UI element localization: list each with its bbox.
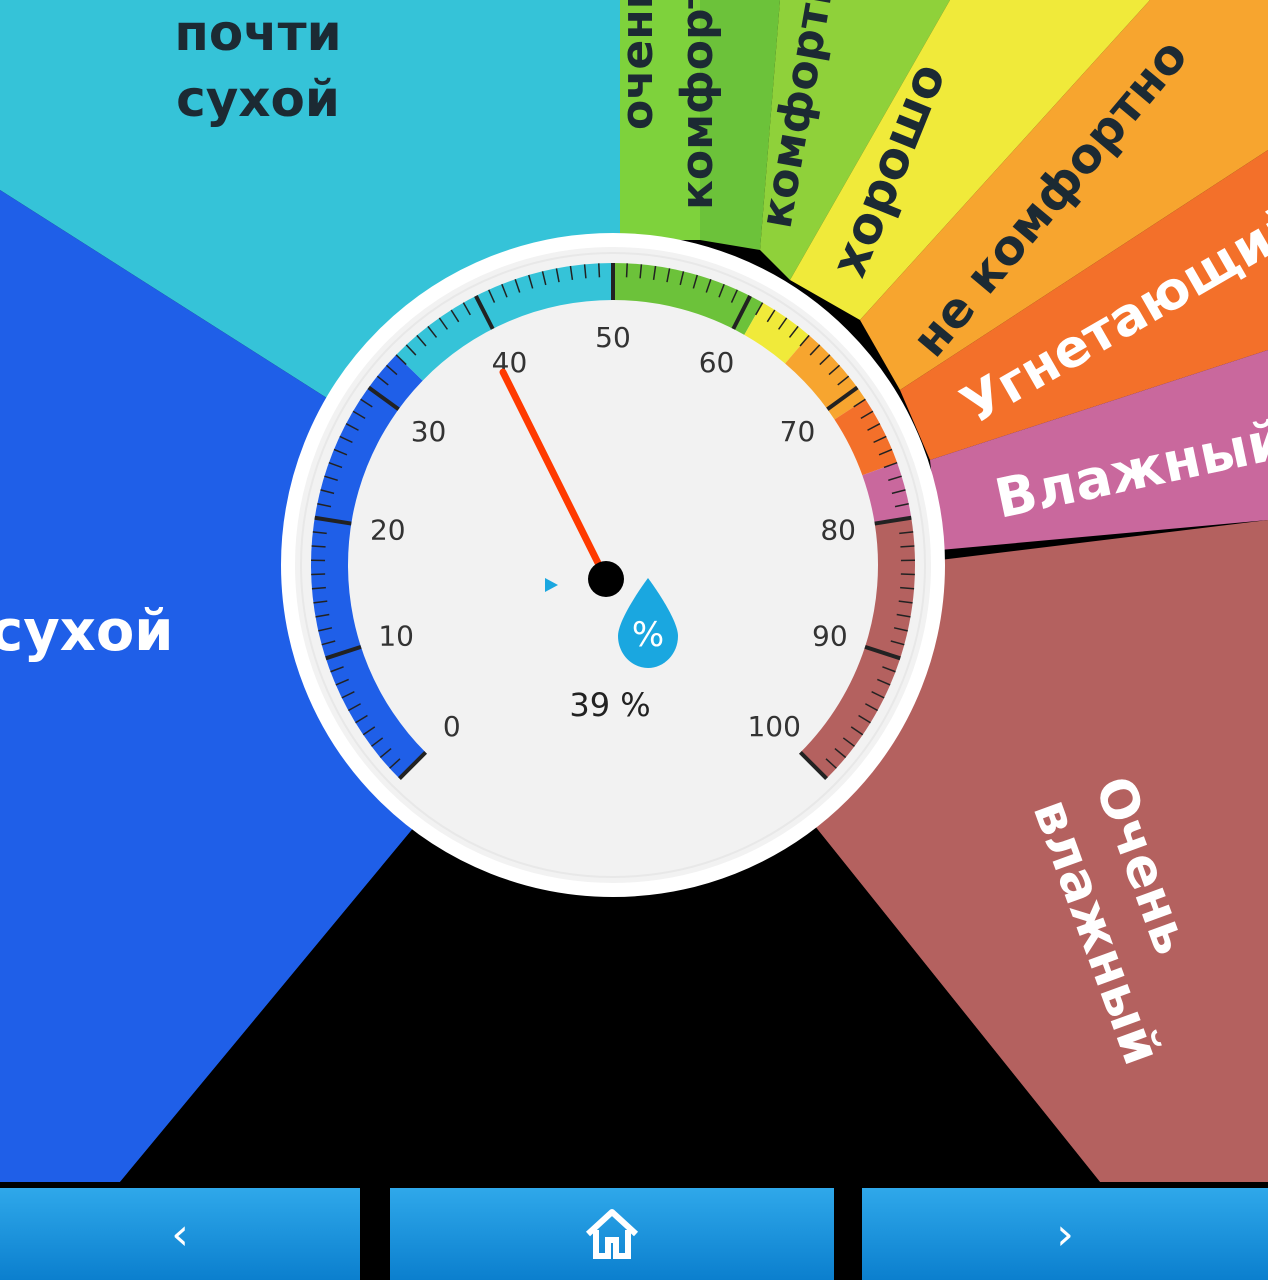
gauge-tick-label: 30 — [411, 415, 447, 448]
home-button[interactable] — [390, 1188, 834, 1280]
chevron-left-icon: ‹ — [171, 1208, 189, 1260]
gauge-tick-label: 0 — [443, 710, 461, 743]
gauge-minor-tick — [625, 263, 628, 278]
humidity-screen: почти сухой сухой очень комфортно комфорт… — [0, 0, 1268, 1182]
gauge-minor-tick — [598, 263, 601, 278]
gauge-value: 39 % — [569, 686, 650, 724]
bottom-nav: ‹ › — [0, 1182, 1268, 1280]
gauge-minor-tick — [900, 545, 915, 548]
gauge-tick-label: 100 — [747, 710, 800, 743]
gauge-tick-label: 80 — [820, 513, 856, 546]
zone-label-comfort-a: комфортно — [672, 0, 723, 210]
gauge-tick-label: 70 — [780, 415, 816, 448]
humidity-gauge: 0 10 20 30 40 50 60 70 80 90 100 % 39 % — [281, 233, 945, 897]
prev-button[interactable]: ‹ — [0, 1188, 360, 1280]
gauge-tick-label: 90 — [812, 619, 848, 652]
zone-label-very: очень — [612, 0, 663, 130]
gauge-minor-tick — [311, 545, 326, 548]
home-icon — [585, 1209, 639, 1259]
gauge-tick-label: 10 — [378, 619, 414, 652]
gauge-tick-label: 50 — [595, 321, 631, 354]
needle-hub — [588, 561, 624, 597]
zone-label-dry: сухой — [0, 599, 174, 664]
gauge-tick-label: 20 — [370, 513, 406, 546]
chevron-right-icon: › — [1056, 1208, 1074, 1260]
svg-text:%: % — [632, 615, 664, 655]
gauge-tick-label: 60 — [699, 346, 735, 379]
gauge-tick-label: 40 — [492, 346, 528, 379]
next-button[interactable]: › — [862, 1188, 1268, 1280]
